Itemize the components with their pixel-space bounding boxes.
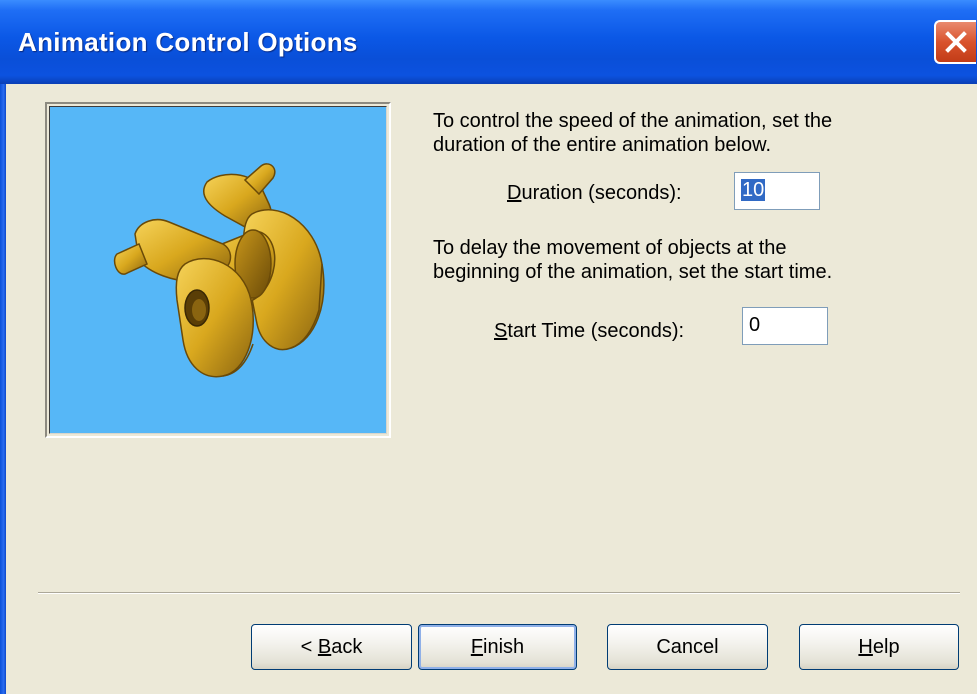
window-left-border — [0, 84, 6, 694]
animation-preview — [45, 102, 391, 438]
start-time-instructions: To delay the movement of objects at the … — [433, 236, 832, 284]
finish-button-label: inish — [483, 635, 525, 658]
back-button-prefix: < — [300, 635, 318, 658]
duration-input[interactable]: 10 — [734, 172, 820, 210]
mechanical-part-image — [113, 163, 325, 378]
back-button-mnemonic: B — [317, 635, 332, 658]
finish-button[interactable]: Finish — [418, 624, 577, 670]
title-bar[interactable]: Animation Control Options — [0, 0, 977, 84]
start-time-value: 0 — [749, 314, 761, 336]
help-button-label: elp — [872, 635, 900, 658]
close-button[interactable] — [934, 20, 976, 64]
cancel-button[interactable]: Cancel — [607, 624, 768, 670]
duration-value: 10 — [741, 179, 766, 201]
cancel-button-label: Cancel — [656, 635, 719, 658]
start-time-instructions-line2: beginning of the animation, set the star… — [433, 261, 833, 283]
finish-button-mnemonic: F — [470, 635, 484, 658]
duration-label-mnemonic: D — [507, 182, 522, 204]
back-button[interactable]: < Back — [251, 624, 412, 670]
close-icon — [945, 31, 967, 53]
back-button-label: ack — [331, 635, 363, 658]
start-time-label: Start Time (seconds): — [494, 320, 684, 343]
start-time-label-mnemonic: S — [494, 320, 508, 342]
duration-instructions-line2: duration of the entire animation below. — [433, 134, 771, 156]
help-button[interactable]: Help — [799, 624, 959, 670]
start-time-label-text: tart Time (seconds): — [507, 320, 685, 342]
duration-label-text: uration (seconds): — [521, 182, 682, 204]
start-time-input[interactable]: 0 — [742, 307, 828, 345]
window-title: Animation Control Options — [18, 27, 358, 57]
start-time-instructions-line1: To delay the movement of objects at the — [433, 237, 787, 259]
duration-instructions: To control the speed of the animation, s… — [433, 109, 832, 157]
animation-control-options-dialog: Animation Control Options To control the… — [0, 0, 977, 694]
duration-instructions-line1: To control the speed of the animation, s… — [433, 110, 833, 132]
help-button-mnemonic: H — [858, 635, 873, 658]
separator-line — [38, 592, 960, 594]
duration-label: Duration (seconds): — [507, 182, 682, 205]
